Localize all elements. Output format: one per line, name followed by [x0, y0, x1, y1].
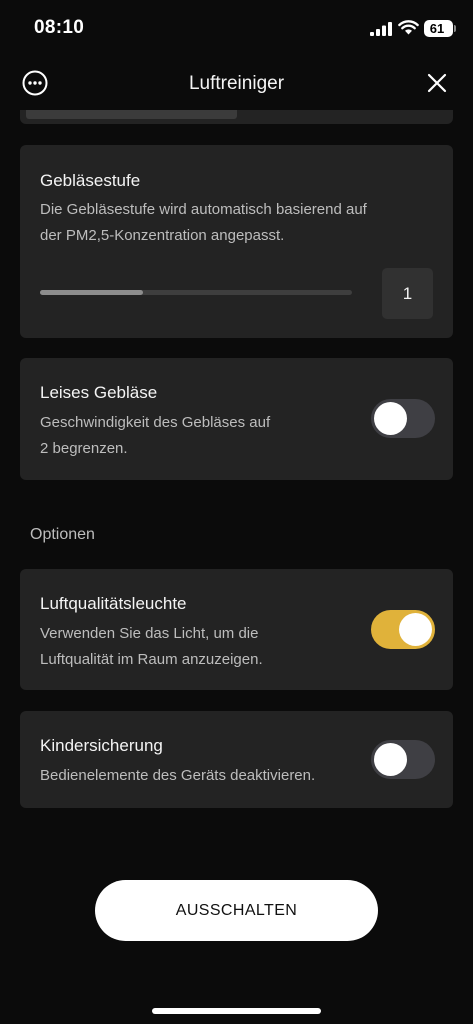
wifi-icon — [398, 20, 419, 35]
air-quality-light-card: Luftqualitätsleuchte Verwenden Sie das L… — [20, 569, 453, 690]
child-lock-description: Bedienelemente des Geräts deaktivieren. — [40, 763, 315, 789]
previous-card-bar — [26, 110, 237, 119]
quiet-fan-desc-line1: Geschwindigkeit des Gebläses auf — [40, 414, 271, 431]
air-quality-light-toggle[interactable] — [371, 610, 435, 649]
air-quality-light-desc-line2: Luftqualität im Raum anzuzeigen. — [40, 651, 263, 668]
fan-speed-description: Die Gebläsestufe wird automatisch basier… — [40, 197, 367, 249]
child-lock-title: Kindersicherung — [40, 736, 163, 755]
close-icon[interactable] — [426, 72, 448, 94]
toggle-knob — [374, 743, 407, 776]
battery-level: 61 — [429, 21, 445, 36]
battery-tip — [454, 25, 456, 32]
fan-speed-card: Gebläsestufe Die Gebläsestufe wird autom… — [20, 145, 453, 338]
air-quality-light-description: Verwenden Sie das Licht, um die Luftqual… — [40, 621, 263, 673]
status-bar: 08:10 61 — [0, 0, 473, 58]
screen: 08:10 61 Luftreiniger Gebläsestufe Die G… — [0, 0, 473, 1024]
nav-bar: Luftreiniger — [0, 58, 473, 110]
quiet-fan-desc-line2: 2 begrenzen. — [40, 440, 128, 457]
power-off-button[interactable]: AUSSCHALTEN — [95, 880, 378, 941]
toggle-knob — [399, 613, 432, 646]
quiet-fan-title: Leises Gebläse — [40, 383, 158, 402]
quiet-fan-description: Geschwindigkeit des Gebläses auf 2 begre… — [40, 410, 270, 462]
quiet-fan-card: Leises Gebläse Geschwindigkeit des Geblä… — [20, 358, 453, 480]
fan-speed-slider-fill — [40, 290, 143, 295]
options-section-label: Optionen — [30, 526, 95, 543]
air-quality-light-title: Luftqualitätsleuchte — [40, 594, 187, 613]
status-time: 08:10 — [34, 17, 85, 38]
signal-icon — [370, 22, 392, 36]
child-lock-desc-line1: Bedienelemente des Geräts deaktivieren. — [40, 767, 316, 784]
child-lock-toggle[interactable] — [371, 740, 435, 779]
fan-speed-value[interactable]: 1 — [382, 268, 433, 319]
air-quality-light-desc-line1: Verwenden Sie das Licht, um die — [40, 625, 259, 642]
home-indicator[interactable] — [152, 1008, 321, 1014]
toggle-knob — [374, 402, 407, 435]
page-title: Luftreiniger — [188, 73, 285, 94]
fan-speed-title: Gebläsestufe — [40, 171, 141, 190]
child-lock-card: Kindersicherung Bedienelemente des Gerät… — [20, 711, 453, 808]
quiet-fan-toggle[interactable] — [371, 399, 435, 438]
fan-speed-desc-line2: der PM2,5-Konzentration angepasst. — [40, 227, 285, 244]
fan-speed-slider[interactable] — [40, 290, 352, 295]
previous-card — [20, 110, 453, 124]
fan-speed-desc-line1: Die Gebläsestufe wird automatisch basier… — [40, 201, 367, 218]
